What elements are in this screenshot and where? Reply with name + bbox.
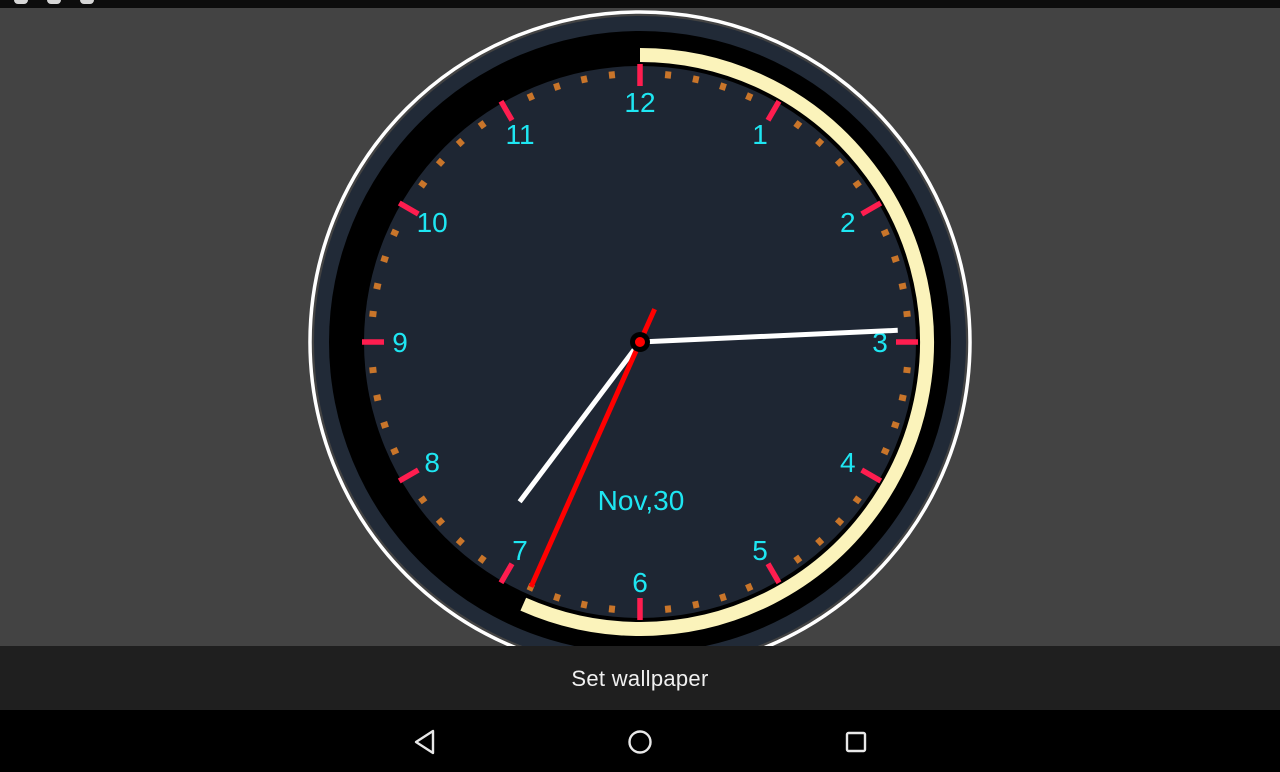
status-icon — [80, 0, 94, 4]
minute-tick — [526, 92, 535, 102]
wallpaper-preview: 12 1 2 3 4 5 6 7 8 9 10 11 Nov,30 — [0, 8, 1280, 646]
minute-tick — [692, 75, 700, 84]
minute-tick — [477, 120, 487, 130]
minute-tick — [435, 517, 446, 527]
minute-tick — [903, 310, 911, 318]
minute-tick — [719, 593, 727, 602]
clock-numeral: 10 — [417, 207, 448, 238]
minute-tick — [793, 120, 803, 130]
status-icon — [14, 0, 28, 4]
clock-numeral: 2 — [840, 207, 856, 238]
minute-tick — [369, 366, 377, 374]
minute-tick — [793, 554, 803, 564]
minute-tick — [898, 282, 907, 290]
minute-tick — [903, 366, 911, 374]
center-dot — [635, 337, 645, 347]
minute-tick — [898, 394, 907, 402]
clock-numeral: 11 — [505, 119, 534, 150]
minute-tick — [891, 421, 900, 429]
navigation-bar — [0, 710, 1280, 772]
action-bar: Set wallpaper — [0, 646, 1280, 710]
minute-tick — [380, 421, 389, 429]
recents-button[interactable] — [828, 722, 884, 762]
minute-tick — [891, 255, 900, 263]
minute-tick — [553, 82, 561, 91]
clock-date: Nov,30 — [598, 485, 685, 516]
minute-tick — [390, 228, 400, 237]
minute-tick — [664, 71, 672, 79]
minute-tick — [435, 157, 446, 167]
minute-tick — [815, 536, 825, 547]
minute-tick — [719, 82, 727, 91]
minute-tick — [852, 495, 862, 505]
minute-tick — [380, 255, 389, 263]
minute-tick — [745, 582, 754, 592]
minute-tick — [580, 600, 588, 609]
minute-tick — [418, 495, 428, 505]
minute-tick — [852, 179, 862, 189]
minute-tick — [477, 554, 487, 564]
home-button[interactable] — [612, 722, 668, 762]
minute-tick — [608, 605, 616, 613]
minute-tick — [745, 92, 754, 102]
clock-numeral: 6 — [632, 567, 648, 598]
minute-tick — [608, 71, 616, 79]
minute-tick — [880, 447, 890, 456]
clock-numeral: 9 — [392, 327, 408, 358]
clock-numeral: 8 — [424, 447, 440, 478]
minute-tick — [815, 137, 825, 148]
minute-tick — [455, 536, 465, 547]
minute-tick — [373, 282, 382, 290]
back-triangle-icon — [414, 729, 435, 755]
clock-numeral: 5 — [752, 535, 768, 566]
minute-tick — [553, 593, 561, 602]
minute-tick — [834, 517, 845, 527]
minute-tick — [369, 310, 377, 318]
status-bar — [0, 0, 1280, 8]
analog-clock: 121234567891011 Nov,30 — [308, 10, 972, 646]
minute-tick — [455, 137, 465, 148]
minute-tick — [664, 605, 672, 613]
minute-tick — [834, 157, 845, 167]
minute-tick — [692, 600, 700, 609]
minute-tick — [580, 75, 588, 84]
recents-square-icon — [845, 731, 867, 753]
minute-tick — [373, 394, 382, 402]
back-button[interactable] — [397, 722, 453, 762]
clock-numeral: 7 — [512, 535, 528, 566]
clock-numeral: 4 — [840, 447, 856, 478]
clock-numeral: 12 — [624, 87, 655, 118]
minute-tick — [390, 447, 400, 456]
clock-numeral: 1 — [752, 119, 768, 150]
minute-tick — [418, 179, 428, 189]
set-wallpaper-button[interactable]: Set wallpaper — [547, 658, 732, 700]
status-icon — [47, 0, 61, 4]
minute-tick — [880, 228, 890, 237]
home-circle-icon — [628, 730, 652, 754]
screen: 12 1 2 3 4 5 6 7 8 9 10 11 Nov,30 Set wallpaper — [0, 0, 1280, 772]
